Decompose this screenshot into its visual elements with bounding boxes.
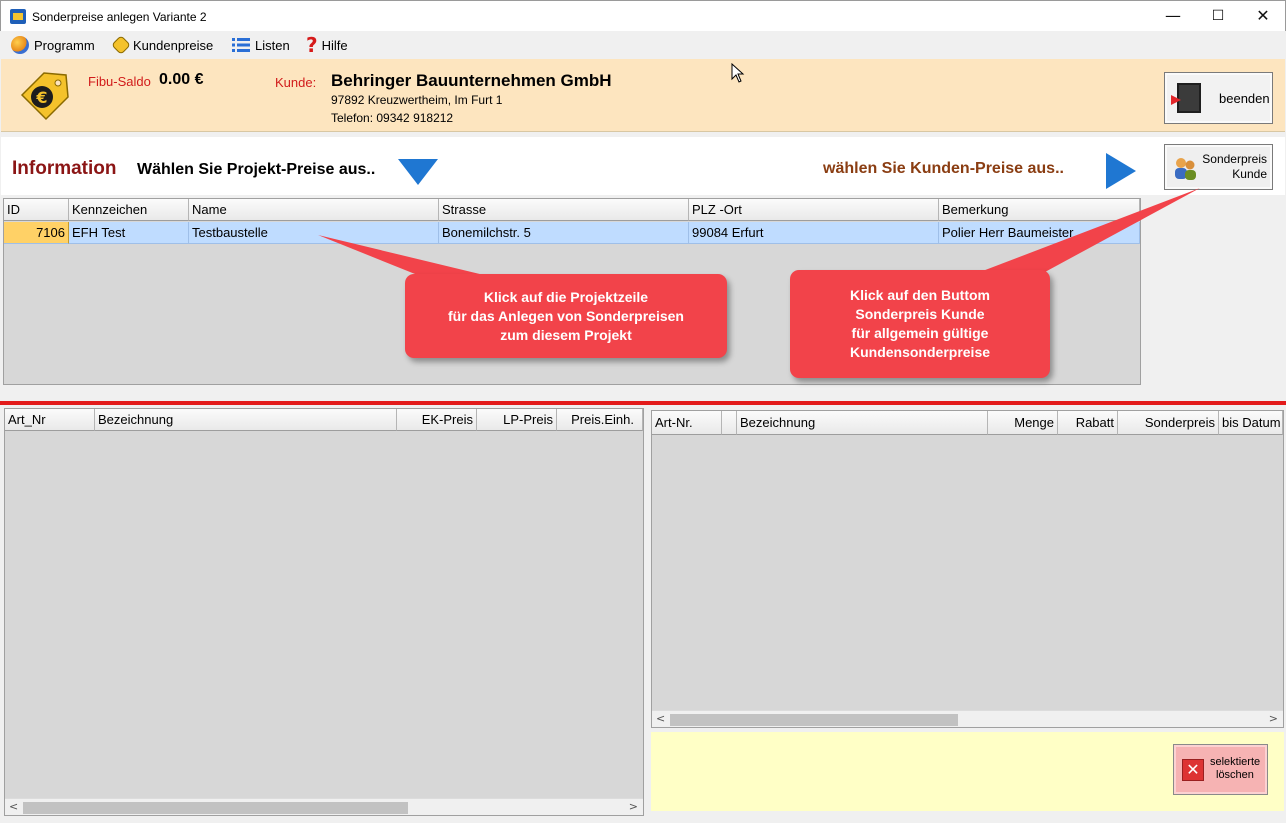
project-callout-pointer xyxy=(318,235,488,276)
customer-callout-line3: für allgemein gültige xyxy=(851,325,989,341)
customer-callout-line1: Klick auf den Buttom xyxy=(849,287,990,303)
customer-callout: Klick auf den Buttom Sonderpreis Kunde f… xyxy=(790,270,1050,378)
project-callout: Klick auf die Projektzeile für das Anleg… xyxy=(405,274,727,358)
customer-callout-line2: Sonderpreis Kunde xyxy=(855,306,985,322)
customer-callout-pointer xyxy=(980,188,1200,272)
project-callout-line2: für das Anlegen von Sonderpreisen xyxy=(448,307,684,324)
customer-callout-line4: Kundensonderpreise xyxy=(849,344,991,360)
callout-pointers xyxy=(318,188,1200,276)
project-callout-line3: zum diesem Projekt xyxy=(500,326,632,343)
project-callout-line1: Klick auf die Projektzeile xyxy=(483,288,649,305)
